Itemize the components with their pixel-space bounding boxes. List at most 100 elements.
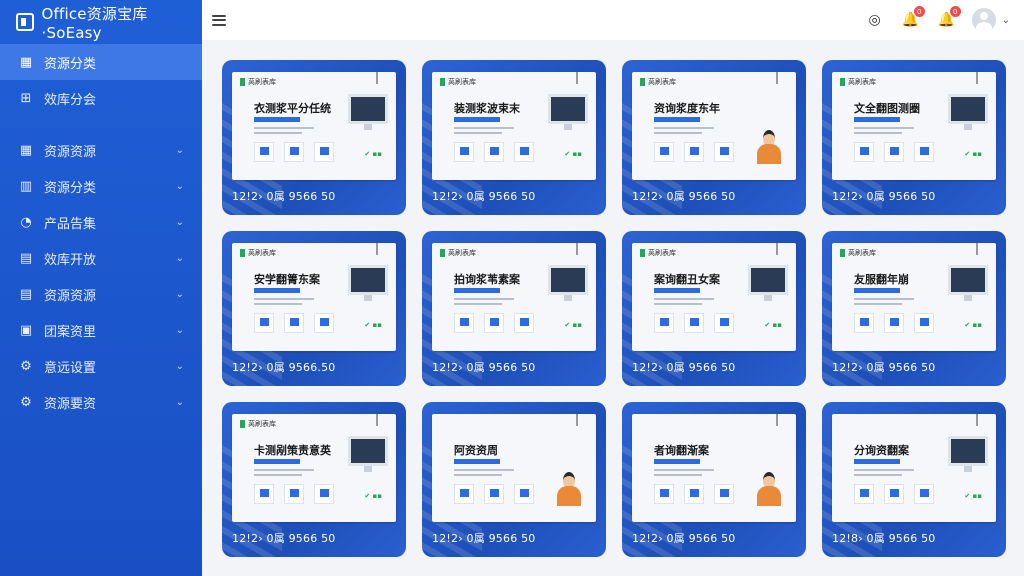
feature-icon [714, 484, 734, 504]
doc-icon [240, 420, 245, 428]
chevron-down-icon[interactable]: ⌄ [1002, 15, 1010, 26]
resource-card[interactable]: 阿资资周 12!2› 0属 9566 50 [422, 402, 606, 557]
resource-card[interactable]: 者询翻渐案 12!2› 0属 9566 50 [622, 402, 806, 557]
card-title: 卡测剐策责意英 [254, 444, 331, 457]
image-icon: ▣ [19, 322, 33, 338]
resource-card[interactable]: 莴刷表库 卡测剐策责意英 ✔ ▪▪ 12!2› 0属 9566 50 [222, 402, 406, 557]
card-title: 文全翻图测圈 [854, 102, 920, 115]
avatar[interactable] [971, 8, 996, 32]
card-thumbnail: 莴刷表库 资询浆度东年 [632, 72, 796, 180]
card-tag-label: 莴刷表库 [448, 78, 476, 86]
card-tag: 莴刷表库 [840, 248, 876, 258]
chevron-down-icon: ⌄ [175, 252, 184, 264]
sidebar-item-2[interactable]: ▦ 资源资源 ⌄ [0, 132, 202, 168]
sidebar-item-0[interactable]: ▦ 资源分类 [0, 44, 202, 80]
notification-badge: 0 [913, 6, 925, 17]
card-thumbnail: 莴刷表库 安学翻箐东案 ✔ ▪▪ [232, 243, 396, 351]
doc-icon [440, 249, 445, 257]
feature-icon [284, 313, 304, 333]
lamp-icon [376, 414, 378, 426]
feature-icon [684, 142, 704, 162]
resource-card[interactable]: 莴刷表库 安学翻箐东案 ✔ ▪▪ 12!2› 0属 9566.50 [222, 231, 406, 386]
sidebar-item-label: 资源资源 [44, 288, 97, 304]
sidebar-item-3[interactable]: ▥ 资源分类 ⌄ [0, 168, 202, 204]
card-tag-label: 莴刷表库 [248, 420, 276, 428]
card-title: 装测浆波束末 [454, 102, 520, 115]
resource-card[interactable]: 莴刷表库 拍询浆苇素案 ✔ ▪▪ 12!2› 0属 9566 50 [422, 231, 606, 386]
app-logo-icon [16, 13, 34, 31]
card-tag-label: 莴刷表库 [248, 78, 276, 86]
text-line [654, 303, 702, 305]
notification-badge: 0 [949, 6, 961, 17]
lamp-icon [576, 243, 578, 255]
sidebar-item-label: 资源要资 [44, 396, 97, 412]
card-accent-bar [854, 117, 900, 122]
card-tag: 莴刷表库 [240, 419, 276, 429]
feature-icon [914, 313, 934, 333]
resource-card[interactable]: 莴刷表库 资询浆度东年 12!2› 0属 9566 50 [622, 60, 806, 215]
text-line [454, 298, 514, 300]
resource-card[interactable]: 莴刷表库 案询翻丑女案 ✔ ▪▪ 12!2› 0属 9566 50 [622, 231, 806, 386]
doc-icon [840, 249, 845, 257]
card-tag-label: 莴刷表库 [848, 249, 876, 257]
doc-icon [240, 78, 245, 86]
sidebar-item-8[interactable]: ⚙ 意远设置 ⌄ [0, 348, 202, 384]
resource-card[interactable]: 莴刷表库 衣测浆平分任统 ✔ ▪▪ 12!2› 0属 9566 50 [222, 60, 406, 215]
feature-icon [714, 313, 734, 333]
chevron-down-icon: ⌄ [175, 216, 184, 228]
notification-icon[interactable]: 🔔 0 [936, 6, 961, 31]
card-meta: 12!2› 0属 9566.50 [232, 361, 336, 374]
apps-icon: ⊞ [20, 90, 32, 106]
hamburger-icon[interactable] [212, 14, 226, 26]
card-title: 分询资翻案 [854, 444, 909, 457]
doc-icon [640, 249, 645, 257]
feature-icon [654, 142, 674, 162]
monitor-illustration [548, 94, 588, 130]
resource-card[interactable]: 莴刷表库 装测浆波束末 ✔ ▪▪ 12!2› 0属 9566 50 [422, 60, 606, 215]
resource-card[interactable]: 莴刷表库 文全翻图测圈 ✔ ▪▪ 12!2› 0属 9566 50 [822, 60, 1006, 215]
text-line [454, 474, 502, 476]
sidebar-item-4[interactable]: ◔ 产品告集 ⌄ [0, 204, 202, 240]
card-thumbnail: 莴刷表库 卡测剐策责意英 ✔ ▪▪ [232, 414, 396, 522]
sidebar-item-5[interactable]: ▤ 效库开放 ⌄ [0, 240, 202, 276]
app-title: Office资源宝库·SoEasy [41, 4, 148, 42]
check-icon: ✔ ▪▪ [364, 150, 382, 158]
text-line [254, 132, 302, 134]
lamp-icon [576, 72, 578, 84]
card-title: 者询翻渐案 [654, 444, 709, 457]
text-line [854, 298, 914, 300]
resource-card[interactable]: 分询资翻案 ✔ ▪▪ 12!8› 0属 9566 50 [822, 402, 1006, 557]
feature-icon [284, 484, 304, 504]
feature-icon [454, 142, 474, 162]
card-title: 资询浆度东年 [654, 102, 720, 115]
sidebar-item-9[interactable]: ⚙ 资源要资 ⌄ [0, 384, 202, 420]
monitor-illustration [348, 436, 388, 472]
lamp-icon [976, 72, 978, 84]
card-thumbnail: 分询资翻案 ✔ ▪▪ [832, 414, 996, 522]
check-icon: ✔ ▪▪ [964, 321, 982, 329]
sidebar-item-1[interactable]: ⊞ 效库分会 [0, 80, 202, 116]
monitor-illustration [948, 436, 988, 472]
sidebar-item-label: 产品告集 [44, 216, 97, 232]
sidebar-item-label: 意远设置 [44, 360, 97, 376]
text-line [654, 127, 714, 129]
card-title: 拍询浆苇素案 [454, 273, 520, 286]
chevron-down-icon: ⌄ [175, 396, 184, 408]
check-icon: ✔ ▪▪ [564, 321, 582, 329]
brand[interactable]: Office资源宝库·SoEasy [0, 0, 202, 44]
resource-card[interactable]: 莴刷表库 友服翻年崩 ✔ ▪▪ 12!2› 0属 9566 50 [822, 231, 1006, 386]
card-thumbnail: 阿资资周 [432, 414, 596, 522]
text-line [654, 469, 714, 471]
check-icon: ✔ ▪▪ [364, 321, 382, 329]
sidebar-item-6[interactable]: ▤ 资源资源 ⌄ [0, 276, 202, 312]
card-tag: 莴刷表库 [440, 77, 476, 87]
topbar: ◎ 🔔 0 🔔 0 ⌄ [202, 0, 1024, 40]
feature-icon [254, 142, 274, 162]
sidebar-item-7[interactable]: ▣ 团案资里 ⌄ [0, 312, 202, 348]
settings-icon[interactable]: ◎ [864, 9, 886, 31]
resource-grid: 莴刷表库 衣测浆平分任统 ✔ ▪▪ 12!2› 0属 9566 50 莴刷表库 装测浆波束… [222, 60, 1008, 557]
card-meta: 12!2› 0属 9566 50 [232, 532, 336, 545]
card-meta: 12!2› 0属 9566 50 [832, 190, 936, 203]
bell-icon[interactable]: 🔔 0 [900, 6, 925, 31]
text-line [254, 298, 314, 300]
